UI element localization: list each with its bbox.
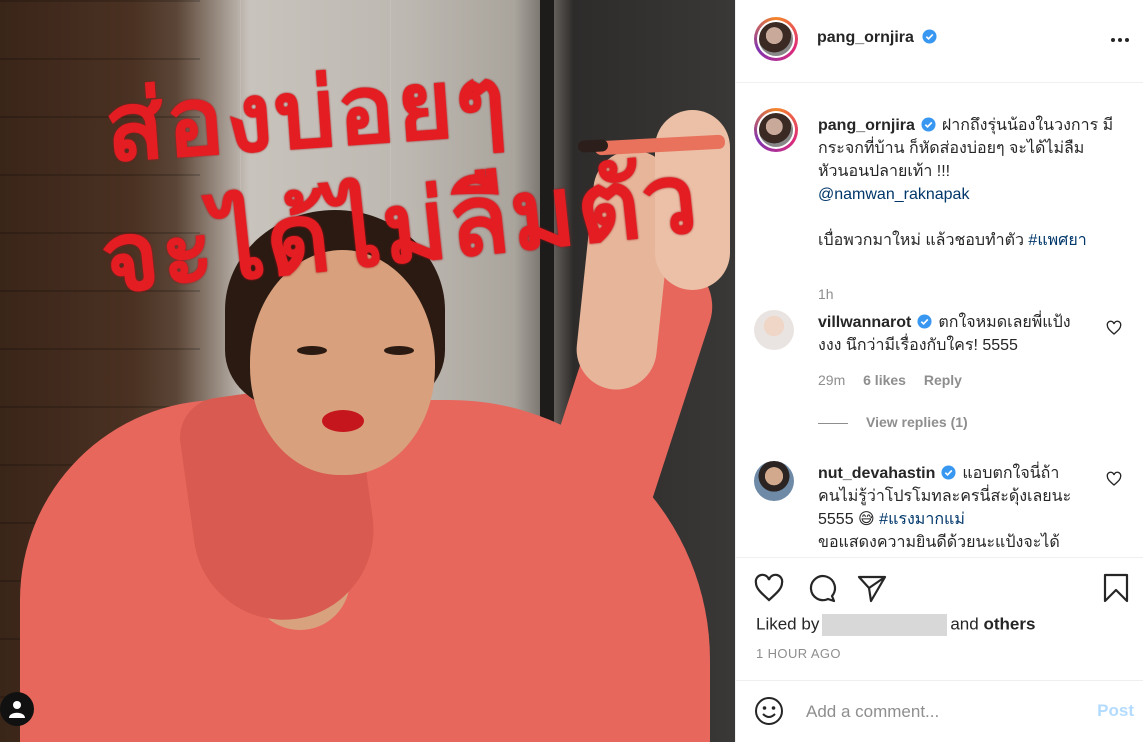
comment-hashtag-link[interactable]: #แรงมากแม่ [879,511,965,528]
tagged-user-button[interactable] [0,692,34,726]
comment-line-3: 5555 😅 [818,511,875,528]
caption-line-5: เบื่อพวกมาใหม่ แล้วชอบทำตัว [818,232,1024,249]
comment-username[interactable]: nut_devahastin [818,465,935,482]
verified-badge-icon [922,29,937,44]
right-eye [384,346,414,355]
author-username[interactable]: pang_ornjira [817,29,914,46]
comment-text: nut_devahastin แอบตกใจนี่ถ้า คนไม่รู้ว่าโ… [818,462,1118,554]
author-avatar[interactable] [754,17,798,61]
caption-line-2: กระจกที่บ้าน ก็หัดส่องบ่อยๆ จะได้ไม่ลืม [818,140,1085,157]
caption-line-3: หัวนอนปลายเท้า !!! [818,163,951,180]
comment-meta: 29m 6 likes Reply [818,372,976,388]
more-dots-icon[interactable] [1108,28,1132,52]
liked-by-others-link[interactable]: others [983,614,1035,633]
comment-username[interactable]: villwannarot [818,314,911,331]
liked-by: Liked by and others [756,614,1035,636]
caption-text: pang_ornjira ฝากถึงรุ่นน้องในวงการ มี กระ… [818,114,1118,252]
caption-avatar[interactable] [754,108,798,152]
post-comment-button[interactable]: Post [1097,701,1134,721]
comment-line-4: ขอแสดงความยินดีด้วยนะแป้งจะได้ [818,534,1060,551]
liked-by-and: and [950,614,979,634]
commenter-avatar[interactable] [754,310,794,350]
caption: pang_ornjira ฝากถึงรุ่นน้องในวงการ มี กระ… [754,108,1122,302]
reply-button[interactable]: Reply [924,372,962,388]
commenter-avatar[interactable] [754,461,794,501]
caption-meta: 1h [818,286,848,302]
comment-likes[interactable]: 6 likes [863,372,906,388]
post-timestamp[interactable]: 1 HOUR AGO [756,646,841,661]
redacted-username [822,614,948,636]
comment-input[interactable] [804,695,1088,729]
comment-text: villwannarot ตกใจหมดเลยพี่แป้ง งงง นึกว่า… [818,311,1118,357]
bookmark-icon[interactable] [1100,572,1132,604]
like-comment-heart-icon[interactable] [1106,320,1122,336]
liked-by-prefix: Liked by [756,614,820,634]
comment-bubble-icon[interactable] [805,572,837,604]
divider-line [818,422,848,424]
post-side-panel: pang_ornjira pang_ornjira ฝากถึงรุ่นน้องใ… [735,0,1143,742]
left-eye [297,346,327,355]
author-name-row: pang_ornjira [817,29,937,47]
comment-line-1: ตกใจหมดเลยพี่แป้ง [938,314,1071,331]
comment-composer: Post [736,680,1143,743]
like-comment-heart-icon[interactable] [1106,471,1122,487]
verified-badge-icon [917,314,932,329]
comment-line-1: แอบตกใจนี่ถ้า [962,465,1060,482]
caption-hashtag-link[interactable]: #แพศยา [1028,232,1086,249]
caption-line-1: ฝากถึงรุ่นน้องในวงการ มี [941,117,1114,134]
verified-badge-icon [921,117,936,132]
comment-time[interactable]: 29m [818,372,845,388]
comment-line-2: คนไม่รู้ว่าโปรโมทละครนี่สะดุ้งเลยนะ [818,488,1072,505]
comment: villwannarot ตกใจหมดเลยพี่แป้ง งงง นึกว่า… [754,310,1122,430]
user-icon [9,701,25,718]
lips [322,410,364,432]
caption-username[interactable]: pang_ornjira [818,117,915,134]
post-image[interactable]: ส่องบ่อยๆ จะได้ไม่ลืมตัว [0,0,735,742]
comment: nut_devahastin แอบตกใจนี่ถ้า คนไม่รู้ว่าโ… [754,461,1122,557]
comments-list[interactable]: pang_ornjira ฝากถึงรุ่นน้องในวงการ มี กระ… [736,83,1143,557]
caption-time[interactable]: 1h [818,286,834,302]
smiley-icon[interactable] [753,695,785,727]
view-replies-label: View replies (1) [866,414,968,430]
paper-plane-icon[interactable] [856,572,888,604]
view-replies-button[interactable]: View replies (1) [818,414,968,430]
caption-mention-link[interactable]: @namwan_raknapak [818,186,969,203]
heart-icon[interactable] [753,572,785,604]
post-header: pang_ornjira [736,0,1143,83]
comment-line-2: งงง นึกว่ามีเรื่องกับใคร! 5555 [818,337,1018,354]
verified-badge-icon [941,465,956,480]
